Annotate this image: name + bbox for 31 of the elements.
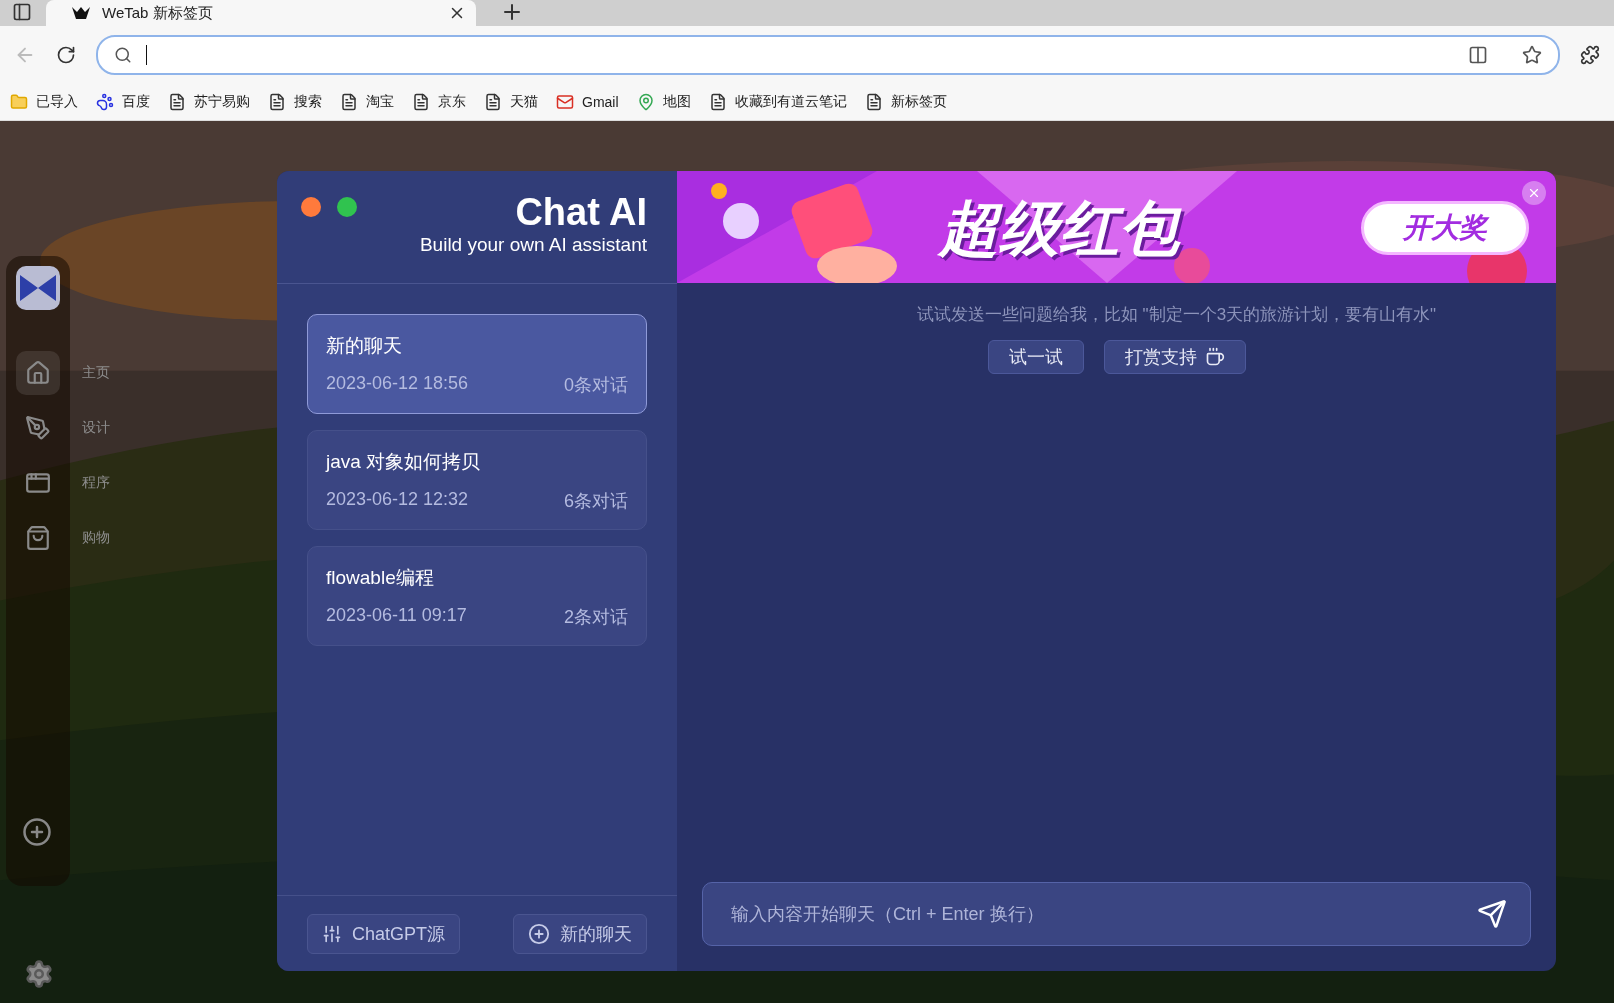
folder-icon xyxy=(10,93,28,111)
bookmark-link[interactable]: 苏宁易购 xyxy=(168,93,250,111)
page-icon xyxy=(168,93,186,111)
paw-icon xyxy=(96,93,114,111)
bookmark-link[interactable]: 已导入 xyxy=(10,93,78,111)
sidebar-toggle-icon[interactable] xyxy=(12,2,32,22)
page-icon xyxy=(484,93,502,111)
bookmark-link[interactable]: 搜索 xyxy=(268,93,322,111)
bookmark-link[interactable]: 新标签页 xyxy=(864,93,947,111)
bookmark-link[interactable]: 百度 xyxy=(96,93,150,111)
map-pin-icon xyxy=(636,93,655,111)
browser-tab[interactable]: WeTab 新标签页 xyxy=(46,0,476,26)
page-icon xyxy=(340,93,358,111)
search-icon xyxy=(114,46,132,64)
mail-icon xyxy=(556,93,574,111)
reload-button[interactable] xyxy=(56,45,76,65)
bookmark-link[interactable]: Gmail xyxy=(556,93,619,111)
bookmark-link[interactable]: 天猫 xyxy=(484,93,538,111)
bookmark-link[interactable]: 淘宝 xyxy=(340,93,394,111)
bookmark-link[interactable]: 京东 xyxy=(412,93,466,111)
extensions-button[interactable] xyxy=(1580,45,1600,65)
page-icon xyxy=(708,93,727,111)
split-view-icon[interactable] xyxy=(1468,45,1488,65)
page-icon xyxy=(864,93,883,111)
page-icon xyxy=(412,93,430,111)
page-icon xyxy=(268,93,286,111)
bookmark-link[interactable]: 地图 xyxy=(636,93,691,111)
bookmark-link[interactable]: 收藏到有道云笔记 xyxy=(708,93,847,111)
star-icon[interactable] xyxy=(1522,45,1542,65)
tab-title: WeTab 新标签页 xyxy=(102,3,214,23)
crown-icon xyxy=(72,7,90,19)
